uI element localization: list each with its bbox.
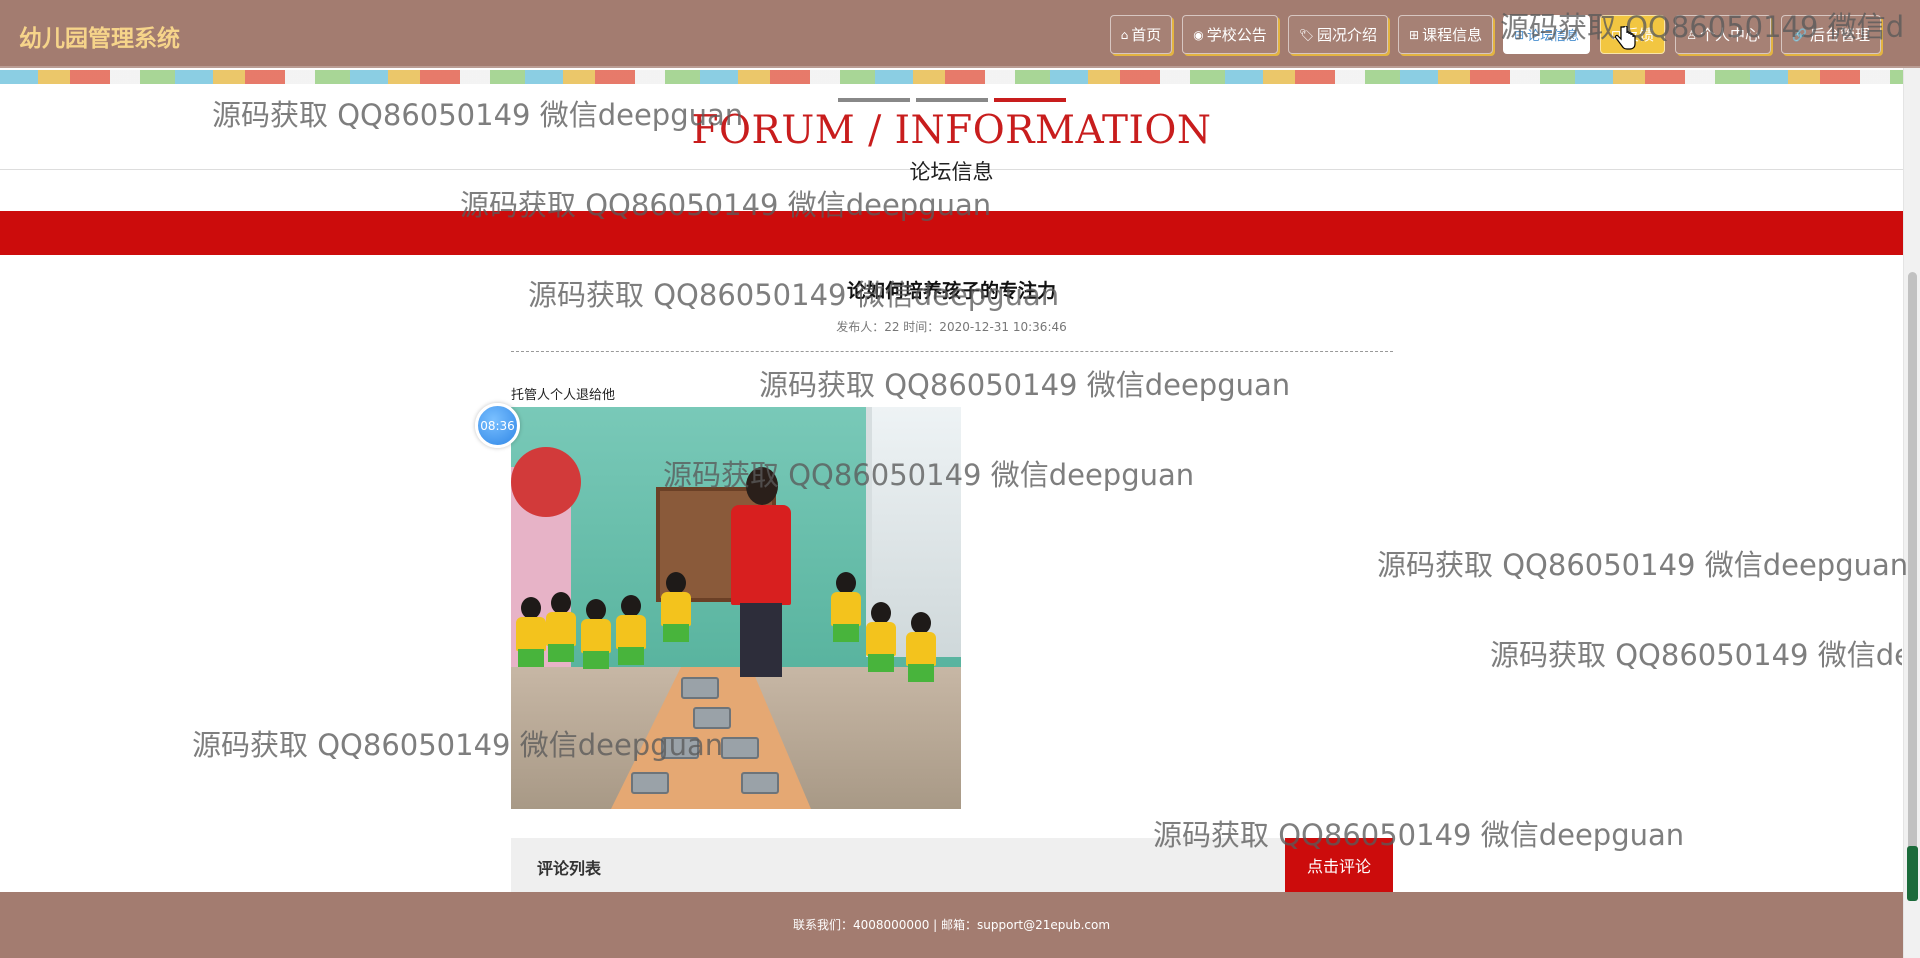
red-banner — [0, 211, 1903, 255]
watermark-text: 源码获取 QQ86050149 微信deepguan — [1377, 548, 1909, 582]
nav-home-label: 首页 — [1131, 26, 1162, 44]
nav-admin[interactable]: 🔗 后台管理 — [1781, 15, 1881, 54]
site-brand[interactable]: 幼儿园管理系统 — [19, 19, 180, 53]
nav-forum-label: 论坛信息 — [1527, 29, 1580, 44]
title-divider-lines — [838, 98, 1066, 103]
photo-tray — [741, 772, 779, 794]
globe-icon: ◉ — [1193, 27, 1204, 42]
forum-icon: ⊟ — [1514, 27, 1525, 42]
title-line — [838, 98, 910, 102]
photo-child — [661, 572, 691, 642]
link-icon: 🔗 — [1792, 27, 1807, 42]
footer-contact: 联系我们：4008000000 | 邮箱：support@21epub.com — [792, 918, 1111, 932]
nav-profile-label: 个人中心 — [1700, 26, 1761, 44]
nav-announcements-label: 学校公告 — [1206, 26, 1267, 44]
title-line-active — [994, 98, 1066, 102]
post-divider — [511, 351, 1393, 352]
post-title: 论如何培养孩子的专注力 — [846, 280, 1056, 302]
photo-child — [831, 572, 861, 642]
photo-child — [866, 602, 896, 672]
user-icon: ♙ — [1686, 27, 1698, 42]
photo-tray — [693, 707, 731, 729]
main-nav: ⌂ 首页 ◉ 学校公告 🏷 园况介绍 ⊞ 课程信息 ⊟ 论坛信息 ⊡ 反馈 ♙ … — [1109, 15, 1881, 54]
watermark-text: 源码获取 QQ86050149 微信deepguan — [759, 368, 1291, 402]
nav-profile[interactable]: ♙ 个人中心 — [1675, 15, 1772, 54]
add-comment-button[interactable]: 点击评论 — [1285, 838, 1393, 892]
nav-admin-label: 后台管理 — [1809, 26, 1870, 44]
watermark-text: 源码获取 QQ86050149 微信deepguan — [1490, 638, 1902, 672]
decorative-banner-strip — [0, 70, 1903, 84]
nav-announcements[interactable]: ◉ 学校公告 — [1182, 15, 1278, 54]
scroll-indicator — [1907, 846, 1918, 901]
gift-icon: ⊞ — [1409, 27, 1420, 42]
nav-courses[interactable]: ⊞ 课程信息 — [1398, 15, 1494, 54]
post-meta: 发布人：22 时间：2020-12-31 10:36:46 — [836, 320, 1067, 334]
nav-forum[interactable]: ⊟ 论坛信息 — [1503, 15, 1591, 54]
comment-list-label: 评论列表 — [537, 859, 602, 878]
nav-school-intro[interactable]: 🏷 园况介绍 — [1287, 15, 1389, 54]
post-image — [511, 407, 961, 809]
section-title-en: FORUM / INFORMATION — [691, 108, 1212, 153]
photo-child — [616, 595, 646, 665]
photo-tray — [631, 772, 669, 794]
page-footer: 联系我们：4008000000 | 邮箱：support@21epub.com — [0, 892, 1903, 958]
nav-courses-label: 课程信息 — [1422, 26, 1483, 44]
title-line — [916, 98, 988, 102]
home-icon: ⌂ — [1120, 27, 1129, 42]
photo-tray — [661, 737, 699, 759]
nav-home[interactable]: ⌂ 首页 — [1109, 15, 1173, 54]
tag-icon: 🏷 — [1298, 27, 1314, 42]
photo-teacher — [726, 467, 796, 677]
comment-list-bar: 评论列表 点击评论 — [511, 838, 1393, 892]
photo-tray — [721, 737, 759, 759]
hand-pointer-icon — [1614, 26, 1636, 50]
photo-child — [581, 599, 611, 669]
timer-badge[interactable]: 08:36 — [475, 403, 520, 448]
photo-child — [906, 612, 936, 682]
scrollbar-thumb[interactable] — [1908, 272, 1917, 892]
section-title-cn: 论坛信息 — [909, 160, 994, 184]
photo-tray — [681, 677, 719, 699]
nav-school-intro-label: 园况介绍 — [1317, 26, 1378, 44]
photo-child — [546, 592, 576, 662]
photo-apple-decoration — [511, 447, 581, 517]
photo-child — [516, 597, 546, 667]
post-body: 托管人个人退给他 — [511, 388, 616, 403]
vertical-scrollbar[interactable] — [1903, 0, 1920, 958]
